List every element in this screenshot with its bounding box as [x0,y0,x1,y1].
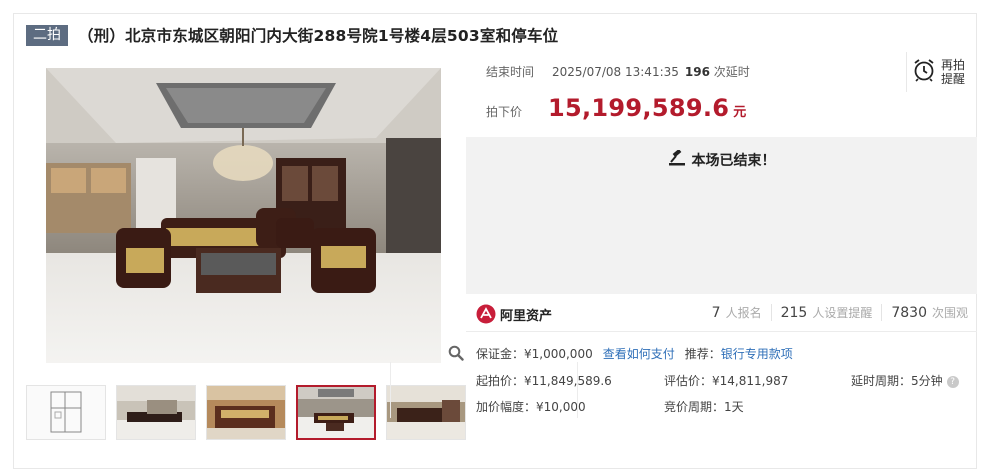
brand-name: 阿里资产 [500,308,553,324]
main-photo[interactable] [46,68,441,363]
end-time-label: 结束时间 [486,65,535,79]
gavel-icon [668,148,686,170]
final-price-row: 拍下价 15,199,589.6 元 [486,94,746,122]
thumbnail-strip [26,385,476,440]
title-row: 二拍 （刑）北京市东城区朝阳门内大街288号院1号楼4层503室和停车位 [26,24,558,46]
final-price-label: 拍下价 [486,105,523,119]
bid-increment: 加价幅度：¥10,000 [476,400,586,414]
ali-asset-logo[interactable]: 阿里资产 [476,304,552,324]
auction-info: 结束时间 2025/07/08 13:41:35 196 次延时 拍下价 15,… [466,50,976,137]
stats: 7 人报名 215 人设置提醒 7830 次围观 [703,304,977,321]
end-time-row: 结束时间 2025/07/08 13:41:35 196 次延时 [486,63,750,80]
appraisal-price: 评估价：¥14,811,987 [664,374,789,388]
final-price-unit: 元 [733,105,747,120]
thumbnail-room-3[interactable] [386,385,466,440]
stats-row: 阿里资产 7 人报名 215 人设置提醒 7830 次围观 [466,296,977,332]
how-to-pay-link[interactable]: 查看如何支付 [603,345,675,362]
delay-period: 延时周期：5分钟? [851,372,959,389]
end-time-value: 2025/07/08 13:41:35 [552,65,679,79]
alarm-clock-icon [913,58,935,86]
views-label: 次围观 [931,306,968,320]
thumbnail-room-1[interactable] [116,385,196,440]
bid-period: 竞价周期：1天 [664,400,744,414]
remind-line-2: 提醒 [941,72,966,86]
deposit-row: 保证金：¥1,000,000 查看如何支付 推荐：银行专用款项 [476,345,793,362]
ended-text: 本场已结束！ [691,153,776,169]
status-panel: 本场已结束！ [466,137,977,294]
stat-signups: 7 人报名 [703,304,771,321]
delay-label: 次延时 [713,65,750,79]
signups-count: 7 [711,305,721,321]
remind-line-1: 再拍 [941,58,966,72]
auction-card: 二拍 （刑）北京市东城区朝阳门内大街288号院1号楼4层503室和停车位 结束时… [13,13,977,469]
question-circle-icon[interactable]: ? [946,375,959,388]
delay-count: 196 [684,65,710,79]
views-count: 7830 [891,305,927,321]
delay-period-text: 延时周期：5分钟 [851,374,943,388]
reminders-count: 215 [780,305,808,321]
divider [390,362,391,418]
stat-views: 7830 次围观 [881,304,977,321]
recommend-label: 推荐： [684,347,721,361]
page-title: （刑）北京市东城区朝阳门内大街288号院1号楼4层503室和停车位 [78,27,559,45]
divider [577,362,578,418]
magnifier-icon[interactable] [448,345,464,361]
ali-asset-logo-icon [476,304,496,324]
deposit-value: 保证金：¥1,000,000 [476,347,593,361]
round-badge: 二拍 [26,24,68,46]
stat-reminders: 215 人设置提醒 [770,304,882,321]
reminders-label: 人设置提醒 [812,306,873,320]
thumbnail-living-room[interactable] [296,385,376,440]
thumbnail-room-2[interactable] [206,385,286,440]
thumbnail-floorplan[interactable] [26,385,106,440]
bank-account-link[interactable]: 银行专用款项 [721,347,793,361]
auction-ended-status: 本场已结束！ [466,148,977,170]
start-price: 起拍价：¥11,849,589.6 [476,374,612,388]
final-price-value: 15,199,589.6 [548,94,730,122]
signups-label: 人报名 [725,306,762,320]
remind-button[interactable]: 再拍 提醒 [906,52,974,92]
